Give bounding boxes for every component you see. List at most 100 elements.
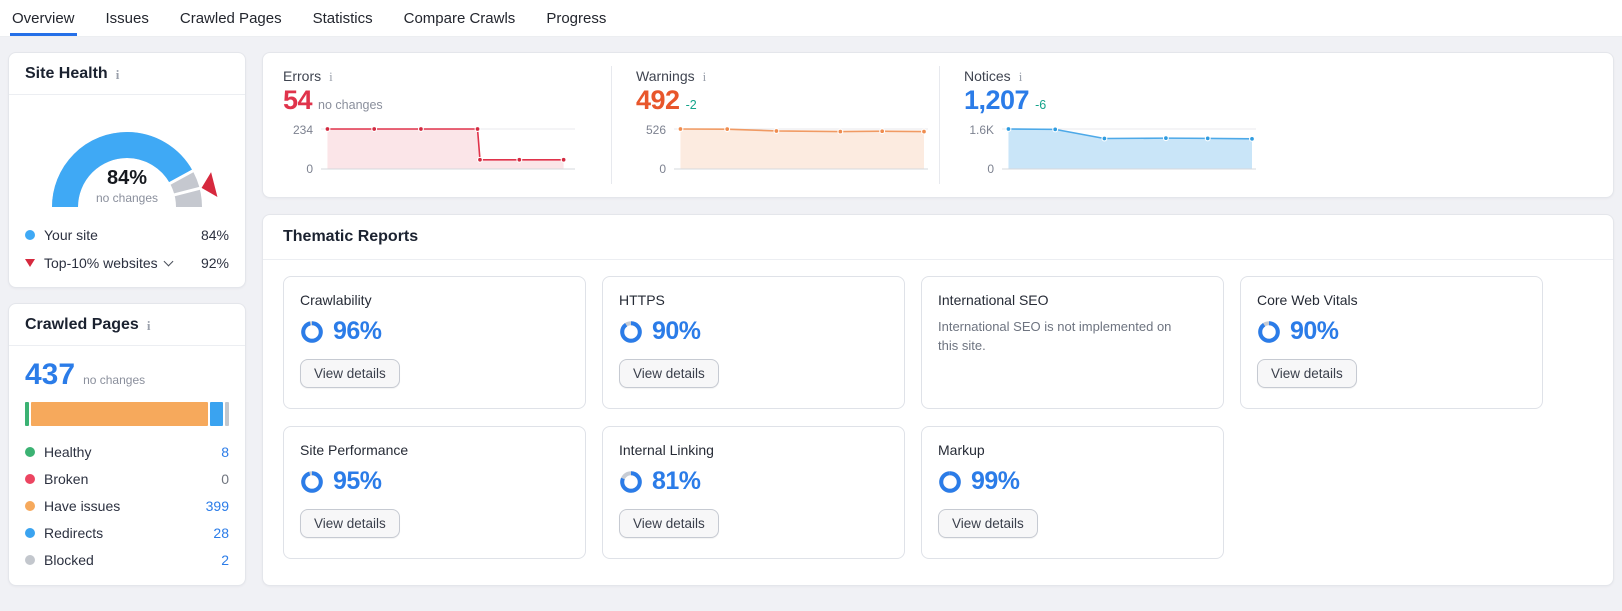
errors-ymax-label: 234 — [293, 123, 313, 137]
crawled-pages-body: 437 no changes Healthy 8 Broken 0 Have i… — [9, 346, 245, 585]
report-card-markup: Markup 99% View details — [921, 426, 1224, 559]
have-issues-count-link[interactable]: 399 — [206, 498, 229, 514]
notices-label[interactable]: Notices — [964, 68, 1011, 84]
donut-icon — [619, 320, 643, 344]
crawled-pages-header: Crawled Pages i — [9, 304, 245, 346]
info-icon[interactable]: i — [1018, 70, 1024, 83]
errors-chart-row: 234 0 — [283, 122, 611, 176]
crawled-pages-card: Crawled Pages i 437 no changes Healthy 8… — [8, 303, 246, 586]
healthy-label: Healthy — [44, 444, 91, 460]
crawlability-score: 96% — [300, 317, 569, 346]
blocked-count-link[interactable]: 2 — [221, 552, 229, 568]
international-seo-title: International SEO — [938, 292, 1207, 308]
warnings-value-row: 492 -2 — [636, 85, 939, 116]
benchmark-label[interactable]: Top-10% websites — [44, 255, 158, 271]
crawlability-title: Crawlability — [300, 292, 569, 308]
crawled-pages-stacked-bar — [25, 402, 229, 426]
report-card-site-performance: Site Performance 95% View details — [283, 426, 586, 559]
notices-head: Notices i — [964, 68, 1267, 84]
warnings-delta: -2 — [686, 98, 697, 112]
issues-metrics-card: Errors i 54 no changes 234 0 Warni — [262, 52, 1614, 198]
thematic-reports-grid: Crawlability 96% View details HTTPS 90% … — [263, 260, 1613, 579]
errors-head: Errors i — [283, 68, 611, 84]
metric-notices: Notices i 1,207 -6 1.6K 0 — [939, 66, 1267, 184]
info-icon[interactable]: i — [328, 70, 334, 83]
site-health-card: Site Health i 84% no changes Your site 8… — [8, 52, 246, 288]
warnings-ymin-label: 0 — [659, 162, 666, 176]
healthy-dot-icon — [25, 447, 35, 457]
main-content: Errors i 54 no changes 234 0 Warni — [262, 52, 1614, 586]
have-issues-label: Have issues — [44, 498, 120, 514]
donut-icon — [1257, 320, 1281, 344]
crawled-pages-total-row: 437 no changes — [25, 358, 229, 392]
errors-label[interactable]: Errors — [283, 68, 321, 84]
markup-title: Markup — [938, 442, 1207, 458]
view-details-button[interactable]: View details — [938, 509, 1038, 538]
your-site-dot-icon — [25, 230, 35, 240]
info-icon[interactable]: i — [702, 70, 708, 83]
notices-ymin-label: 0 — [987, 162, 994, 176]
notices-chart-row: 1.6K 0 — [964, 122, 1267, 176]
core-web-vitals-pct: 90% — [1290, 317, 1339, 346]
https-pct: 90% — [652, 317, 701, 346]
notices-sparkline — [1002, 122, 1256, 176]
errors-value: 54 — [283, 85, 312, 116]
https-title: HTTPS — [619, 292, 888, 308]
site-health-legend: Your site 84% Top-10% websites 92% — [9, 219, 245, 287]
view-details-button[interactable]: View details — [1257, 359, 1357, 388]
healthy-count-link[interactable]: 8 — [221, 444, 229, 460]
broken-label: Broken — [44, 471, 88, 487]
site-health-title: Site Health — [25, 65, 108, 83]
broken-count: 0 — [221, 471, 229, 487]
sidebar: Site Health i 84% no changes Your site 8… — [8, 52, 246, 586]
view-details-button[interactable]: View details — [619, 509, 719, 538]
metric-warnings: Warnings i 492 -2 526 0 — [611, 66, 939, 184]
notices-value: 1,207 — [964, 85, 1029, 116]
tab-progress[interactable]: Progress — [544, 0, 608, 36]
info-icon[interactable]: i — [146, 319, 152, 332]
tab-issues[interactable]: Issues — [104, 0, 151, 36]
benchmark-value: 92% — [201, 255, 229, 271]
core-web-vitals-title: Core Web Vitals — [1257, 292, 1526, 308]
dashboard-layout: Site Health i 84% no changes Your site 8… — [0, 37, 1622, 586]
warnings-chart-row: 526 0 — [636, 122, 939, 176]
site-performance-title: Site Performance — [300, 442, 569, 458]
view-details-button[interactable]: View details — [300, 509, 400, 538]
site-health-header: Site Health i — [9, 53, 245, 95]
view-details-button[interactable]: View details — [300, 359, 400, 388]
errors-y-axis: 234 0 — [283, 122, 321, 176]
warnings-ymax-label: 526 — [646, 123, 666, 137]
bar-segment-redirects — [210, 402, 222, 426]
report-card-internal-linking: Internal Linking 81% View details — [602, 426, 905, 559]
thematic-reports-card: Thematic Reports Crawlability 96% View d… — [262, 214, 1614, 586]
bar-segment-have-issues — [31, 402, 208, 426]
site-health-delta: no changes — [27, 191, 227, 205]
list-item-have-issues: Have issues 399 — [25, 492, 229, 519]
donut-icon — [300, 320, 324, 344]
tab-statistics[interactable]: Statistics — [311, 0, 375, 36]
redirects-count-link[interactable]: 28 — [213, 525, 229, 541]
benchmark-triangle-icon — [25, 259, 35, 267]
crawled-pages-delta: no changes — [83, 373, 145, 387]
redirects-label: Redirects — [44, 525, 103, 541]
tab-compare-crawls[interactable]: Compare Crawls — [402, 0, 518, 36]
tab-overview[interactable]: Overview — [10, 0, 77, 36]
chevron-down-icon[interactable] — [163, 257, 173, 267]
core-web-vitals-score: 90% — [1257, 317, 1526, 346]
crawled-pages-total[interactable]: 437 — [25, 358, 75, 392]
warnings-label[interactable]: Warnings — [636, 68, 695, 84]
info-icon[interactable]: i — [115, 68, 121, 81]
thematic-reports-title: Thematic Reports — [283, 228, 418, 246]
tab-crawled-pages[interactable]: Crawled Pages — [178, 0, 284, 36]
errors-ymin-label: 0 — [306, 162, 313, 176]
international-seo-message: International SEO is not implemented on … — [938, 318, 1178, 356]
warnings-sparkline — [674, 122, 928, 176]
bar-segment-healthy — [25, 402, 29, 426]
crawled-pages-title: Crawled Pages — [25, 316, 139, 334]
report-card-international-seo: International SEO International SEO is n… — [921, 276, 1224, 409]
view-details-button[interactable]: View details — [619, 359, 719, 388]
redirects-dot-icon — [25, 528, 35, 538]
errors-value-row: 54 no changes — [283, 85, 611, 116]
report-card-crawlability: Crawlability 96% View details — [283, 276, 586, 409]
list-item-blocked: Blocked 2 — [25, 546, 229, 573]
